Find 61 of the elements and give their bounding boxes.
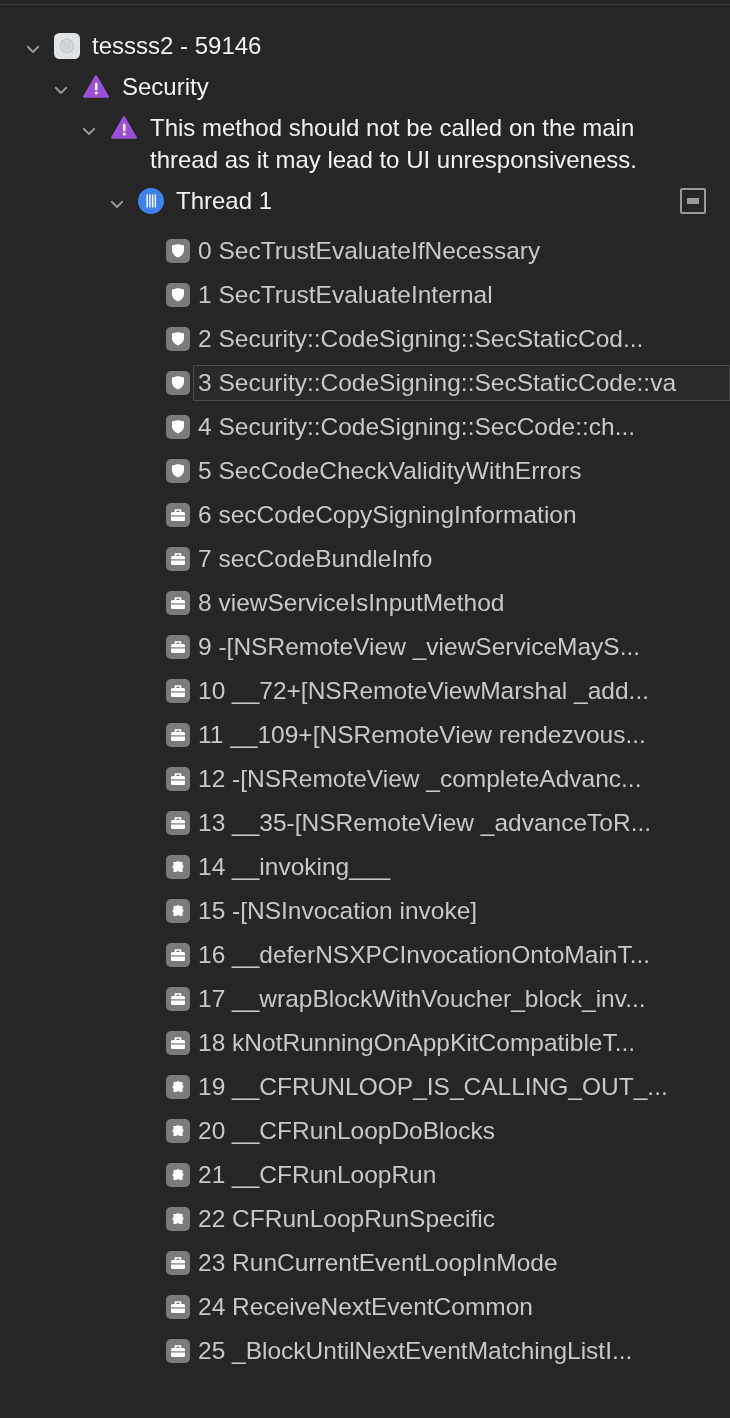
process-label[interactable]: tessss2 - 59146 bbox=[92, 30, 262, 62]
toolbox-icon bbox=[166, 1251, 190, 1275]
reveal-button[interactable] bbox=[680, 188, 706, 214]
shield-icon bbox=[166, 371, 190, 395]
stack-frame[interactable]: 9 -[NSRemoteView _viewServiceMayS... bbox=[193, 632, 641, 662]
stack-frame[interactable]: 8 viewServiceIsInputMethod bbox=[193, 588, 505, 618]
toolbox-icon bbox=[166, 767, 190, 791]
toolbox-icon bbox=[166, 1295, 190, 1319]
shield-icon bbox=[166, 283, 190, 307]
toolbox-icon bbox=[166, 811, 190, 835]
stack-frame[interactable]: 18 kNotRunningOnAppKitCompatibleT... bbox=[193, 1028, 636, 1058]
puzzle-piece-icon bbox=[166, 1163, 190, 1187]
stack-frame[interactable]: 4 Security::CodeSigning::SecCode::ch... bbox=[193, 412, 636, 442]
puzzle-piece-icon bbox=[166, 1119, 190, 1143]
stack-frame[interactable]: 25 _BlockUntilNextEventMatchingListI... bbox=[193, 1336, 633, 1366]
stack-frame[interactable]: 23 RunCurrentEventLoopInMode bbox=[193, 1248, 558, 1278]
warning-icon bbox=[110, 115, 138, 141]
stack-frame[interactable]: 1 SecTrustEvaluateInternal bbox=[193, 280, 493, 310]
stack-frame[interactable]: 6 secCodeCopySigningInformation bbox=[193, 500, 577, 530]
thread-icon bbox=[138, 188, 164, 214]
stack-frame[interactable]: 19 __CFRUNLOOP_IS_CALLING_OUT_... bbox=[193, 1072, 668, 1102]
app-icon bbox=[54, 33, 80, 59]
stack-frame[interactable]: 0 SecTrustEvaluateIfNecessary bbox=[193, 236, 541, 266]
stack-frame[interactable]: 2 Security::CodeSigning::SecStaticCod... bbox=[193, 324, 644, 354]
toolbox-icon bbox=[166, 503, 190, 527]
toolbox-icon bbox=[166, 547, 190, 571]
toolbox-icon bbox=[166, 1031, 190, 1055]
toolbox-icon bbox=[166, 943, 190, 967]
stack-frame[interactable]: 17 __wrapBlockWithVoucher_block_inv... bbox=[193, 984, 646, 1014]
warning-icon bbox=[82, 74, 110, 100]
stack-frame[interactable]: 5 SecCodeCheckValidityWithErrors bbox=[193, 456, 582, 486]
shield-icon bbox=[166, 239, 190, 263]
toolbox-icon bbox=[166, 635, 190, 659]
puzzle-piece-icon bbox=[166, 1075, 190, 1099]
category-label[interactable]: Security bbox=[122, 71, 209, 103]
stack-frame[interactable]: 10 __72+[NSRemoteViewMarshal _add... bbox=[193, 676, 650, 706]
puzzle-piece-icon bbox=[166, 855, 190, 879]
issue-message[interactable]: This method should not be called on the main thread as it may lead to UI unresponsiveness. bbox=[150, 112, 640, 176]
toolbox-icon bbox=[166, 723, 190, 747]
stack-frame[interactable]: 15 -[NSInvocation invoke] bbox=[193, 896, 478, 926]
shield-icon bbox=[166, 459, 190, 483]
stack-frame[interactable]: 22 CFRunLoopRunSpecific bbox=[193, 1204, 495, 1234]
thread-label[interactable]: Thread 1 bbox=[176, 185, 273, 217]
stack-frame[interactable]: 24 ReceiveNextEventCommon bbox=[193, 1292, 533, 1322]
puzzle-piece-icon bbox=[166, 899, 190, 923]
puzzle-piece-icon bbox=[166, 1207, 190, 1231]
stack-frame[interactable]: 3 Security::CodeSigning::SecStaticCode::va bbox=[193, 365, 730, 401]
stack-frame[interactable]: 21 __CFRunLoopRun bbox=[193, 1160, 437, 1190]
stack-frame[interactable]: 16 __deferNSXPCInvocationOntoMainT... bbox=[193, 940, 651, 970]
stack-frame[interactable]: 20 __CFRunLoopDoBlocks bbox=[193, 1116, 495, 1146]
shield-icon bbox=[166, 415, 190, 439]
stack-frame[interactable]: 11 __109+[NSRemoteView rendezvous... bbox=[193, 720, 646, 750]
stack-frame[interactable]: 13 __35-[NSRemoteView _advanceToR... bbox=[193, 808, 652, 838]
toolbox-icon bbox=[166, 1339, 190, 1363]
toolbox-icon bbox=[166, 679, 190, 703]
stack-frame[interactable]: 7 secCodeBundleInfo bbox=[193, 544, 433, 574]
shield-icon bbox=[166, 327, 190, 351]
stack-frame[interactable]: 12 -[NSRemoteView _completeAdvanc... bbox=[193, 764, 642, 794]
toolbox-icon bbox=[166, 987, 190, 1011]
stack-frame[interactable]: 14 __invoking___ bbox=[193, 852, 391, 882]
toolbox-icon bbox=[166, 591, 190, 615]
